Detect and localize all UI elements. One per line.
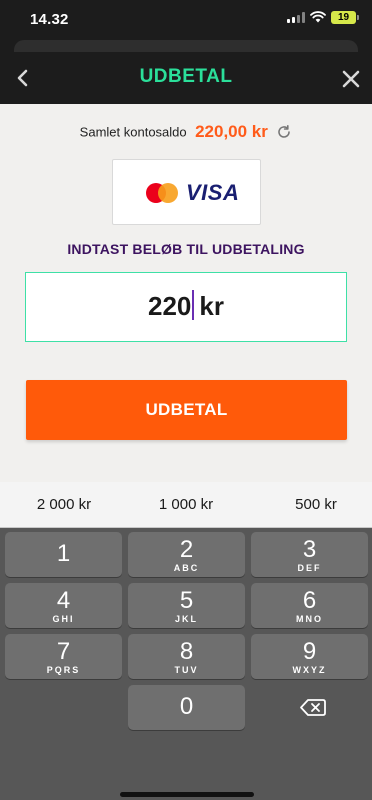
status-time: 14.32 <box>30 11 69 28</box>
balance-label: Samlet kontosaldo <box>79 124 187 140</box>
key-letters: MNO <box>296 614 323 624</box>
key-digit: 2 <box>179 536 194 563</box>
quick-amount-2000[interactable]: 2 000 kr <box>2 496 126 513</box>
balance-row: Samlet kontosaldo 220,00 kr <box>0 122 372 142</box>
key-5[interactable]: 5 JKL <box>128 583 245 628</box>
close-icon <box>342 70 360 88</box>
key-letters: GHI <box>52 614 75 624</box>
home-indicator <box>120 792 254 797</box>
numeric-keyboard: 1 2 ABC 3 DEF 4 GHI 5 JKL 6 MNO 7 PQRS 8… <box>0 528 372 800</box>
key-digit: 7 <box>56 638 71 665</box>
quick-amount-500[interactable]: 500 kr <box>254 496 372 513</box>
key-digit: 9 <box>302 638 317 665</box>
text-caret <box>192 290 195 320</box>
key-letters: JKL <box>174 614 198 624</box>
refresh-icon[interactable] <box>276 124 292 140</box>
wifi-icon <box>310 11 326 23</box>
page-title: UDBETAL <box>139 66 233 87</box>
key-3[interactable]: 3 DEF <box>251 532 368 577</box>
key-digit: 3 <box>302 536 317 563</box>
amount-value: 220 <box>148 291 192 321</box>
key-4[interactable]: 4 GHI <box>5 583 122 628</box>
key-digit: 8 <box>179 638 194 665</box>
key-8[interactable]: 8 TUV <box>128 634 245 679</box>
quick-amount-bar: 2 000 kr 1 000 kr 500 kr <box>0 482 372 528</box>
status-bar: 14.32 19 <box>0 0 372 38</box>
header: UDBETAL <box>0 52 372 104</box>
key-digit: 6 <box>302 587 317 614</box>
close-button[interactable] <box>338 64 364 92</box>
backspace-icon <box>300 699 326 716</box>
key-6[interactable]: 6 MNO <box>251 583 368 628</box>
background-sheet <box>14 40 358 52</box>
key-2[interactable]: 2 ABC <box>128 532 245 577</box>
key-9[interactable]: 9 WXYZ <box>251 634 368 679</box>
delete-key[interactable] <box>251 685 368 730</box>
key-digit: 0 <box>179 693 194 720</box>
key-letters: DEF <box>297 563 322 573</box>
payment-method-card[interactable]: VISA <box>112 159 261 225</box>
key-1[interactable]: 1 <box>5 532 122 577</box>
amount-input[interactable]: 220 kr <box>25 272 347 342</box>
withdraw-button[interactable]: UDBETAL <box>26 380 347 440</box>
key-digit: 5 <box>179 587 194 614</box>
key-digit: 4 <box>56 587 71 614</box>
key-7[interactable]: 7 PQRS <box>5 634 122 679</box>
key-letters: WXYZ <box>292 665 327 675</box>
visa-logo: VISA <box>186 180 240 205</box>
key-letters: TUV <box>174 665 199 675</box>
key-letters: ABC <box>173 563 200 573</box>
quick-amount-1000[interactable]: 1 000 kr <box>124 496 248 513</box>
cellular-signal-icon <box>287 12 305 23</box>
balance-value: 220,00 kr <box>195 122 268 141</box>
amount-instruction: INDTAST BELØB TIL UDBETALING <box>67 241 305 257</box>
key-digit: 1 <box>56 540 71 567</box>
withdraw-form: Samlet kontosaldo 220,00 kr VISA INDTAST… <box>0 104 372 482</box>
mastercard-icon <box>146 183 180 203</box>
amount-currency: kr <box>199 291 224 321</box>
key-letters: PQRS <box>46 665 81 675</box>
battery-icon: 19 <box>331 11 359 24</box>
amount-display: 220 kr <box>26 290 346 322</box>
key-0[interactable]: 0 <box>128 685 245 730</box>
